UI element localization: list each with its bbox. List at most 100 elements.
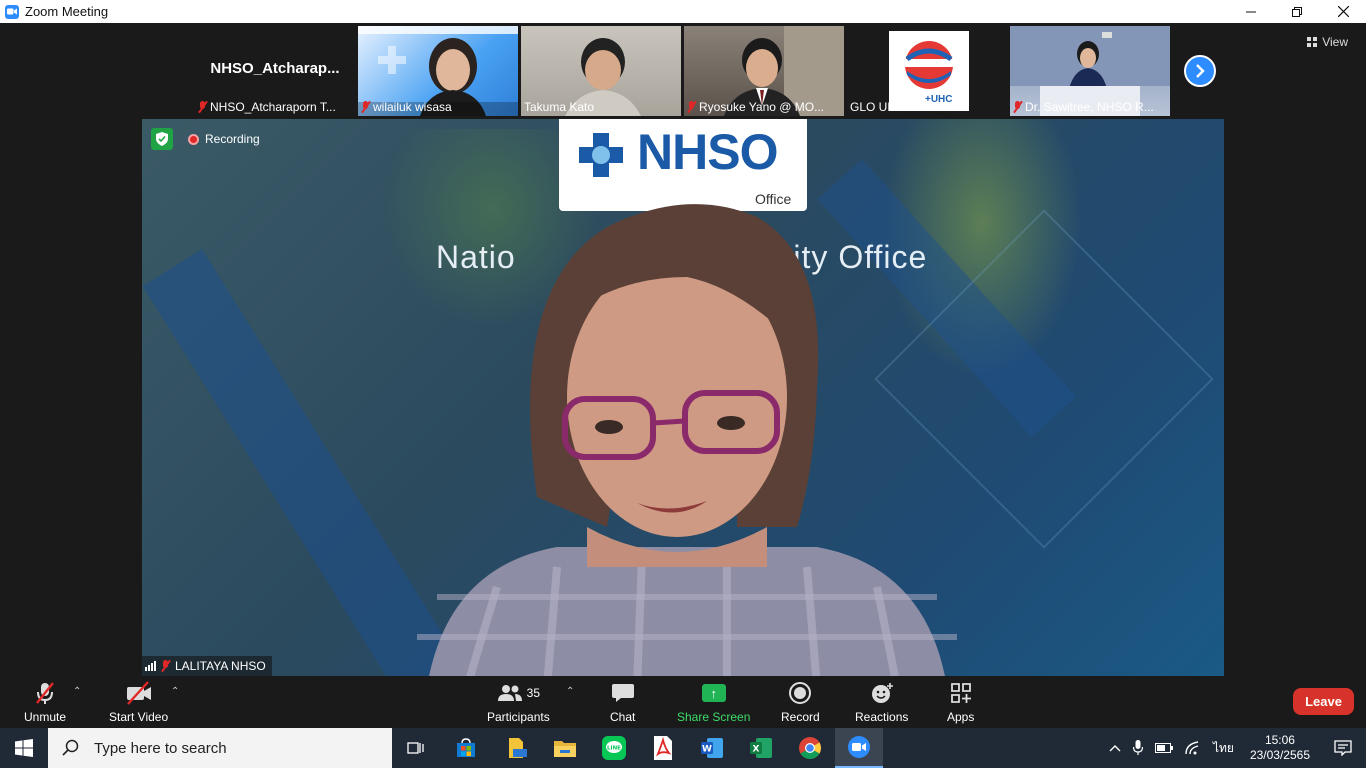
leave-button[interactable]: Leave [1293,688,1354,715]
record-label: Record [781,710,820,724]
uhc-logo-text: +UHC [925,94,953,105]
taskbar-app-acrobat[interactable] [639,728,687,768]
pdf-icon [654,736,672,760]
taskbar-app-explorer[interactable] [541,728,589,768]
speaker-name: LALITAYA NHSO [175,659,266,673]
participants-caret-icon[interactable]: ⌃ [566,686,574,697]
chevron-right-icon [1196,64,1205,78]
share-screen-button[interactable]: ↑ Share Screen [677,680,750,724]
taskbar-app-excel[interactable]: X [737,728,785,768]
next-page-button[interactable] [1184,55,1216,87]
microphone-icon[interactable] [1127,740,1149,756]
zoom-icon [848,736,870,758]
line-app-icon: LINE [602,736,626,760]
mic-muted-icon [36,682,54,704]
taskbar-search-box[interactable]: Type here to search [48,728,392,768]
reactions-icon [871,683,893,703]
apps-button[interactable]: Apps [947,680,974,724]
title-bar: Zoom Meeting [0,0,1366,23]
recording-indicator[interactable]: Recording [188,132,260,146]
svg-text:LINE: LINE [607,746,621,752]
window-title: Zoom Meeting [25,4,109,19]
apps-icon [950,683,971,703]
chat-button[interactable]: Chat [610,680,635,724]
participant-tile[interactable]: Takuma Kato [521,26,681,116]
meeting-area: View NHSO_Atcharap... NHSO_Atcharaporn T… [0,23,1366,676]
share-screen-label: Share Screen [677,710,751,724]
chrome-icon [799,737,821,759]
participant-logo: +UHC [889,31,969,111]
search-placeholder: Type here to search [94,739,227,757]
folder-icon [554,741,576,757]
muted-mic-icon [687,101,696,113]
windows-logo-icon [15,739,33,757]
unmute-button[interactable]: Unmute [24,680,66,724]
search-icon [62,739,79,756]
record-button[interactable]: Record [781,680,820,724]
signal-strength-icon [145,661,156,671]
participant-name: NHSO_Atcharaporn T... [210,100,336,114]
wifi-icon[interactable] [1179,741,1207,755]
system-tray: ไทย 15:06 23/03/2565 [1103,728,1366,768]
muted-mic-icon [161,660,170,672]
minimize-button[interactable] [1228,0,1274,23]
audio-options-caret-icon[interactable]: ⌃ [73,686,81,697]
participants-label: Participants [487,710,550,724]
reactions-button[interactable]: Reactions [855,680,908,724]
excel-icon: X [750,738,772,758]
participant-tile[interactable]: NHSO_Atcharap... NHSO_Atcharaporn T... [195,26,355,116]
taskbar-app-zoom[interactable] [835,728,883,768]
microsoft-store-icon [457,738,475,757]
restore-button[interactable] [1274,0,1320,23]
taskbar-app-chrome[interactable] [786,728,834,768]
task-view-button[interactable] [392,728,440,768]
participants-button[interactable]: 35 Participants [487,680,550,724]
taskbar-app-line[interactable]: LINE [590,728,638,768]
participant-tile[interactable]: +UHC GLO UHC2 [847,26,1007,116]
svg-text:W: W [702,745,712,755]
battery-icon[interactable] [1149,743,1179,753]
apps-label: Apps [947,710,975,724]
word-icon: W [701,738,723,758]
grid-icon [1307,37,1318,47]
participants-icon [497,685,522,701]
encryption-shield-icon[interactable] [151,128,173,150]
participant-tile[interactable]: wilailuk wisasa [358,26,518,116]
windows-taskbar: Type here to search LINE W X ไทย 15:06 2… [0,728,1366,768]
start-button[interactable] [0,728,48,768]
participant-name: Dr. Sawitree, NHSO R... [1025,100,1154,114]
participant-name: Takuma Kato [524,100,595,114]
view-label: View [1322,35,1348,49]
zoom-app-icon [5,4,19,19]
participant-tile[interactable]: Ryosuke Yano @ MO... [684,26,844,116]
participant-strip: NHSO_Atcharap... NHSO_Atcharaporn T... w… [195,26,1170,116]
meeting-toolbar: Unmute ⌃ Start Video ⌃ 35 Participants ⌃ [0,676,1366,728]
unmute-label: Unmute [24,710,67,724]
video-options-caret-icon[interactable]: ⌃ [171,686,179,697]
clock-date: 23/03/2565 [1249,748,1310,762]
record-icon [789,682,812,704]
participant-count: 35 [526,686,541,700]
view-button[interactable]: View [1307,35,1348,49]
participant-name: GLO UHC2 [850,100,912,114]
participant-name: Ryosuke Yano @ MO... [699,100,825,114]
recording-dot-icon [188,133,199,145]
recording-label: Recording [205,132,260,146]
speaker-name-tag: LALITAYA NHSO [142,656,272,676]
language-indicator[interactable]: ไทย [1207,739,1240,758]
taskbar-clock[interactable]: 15:06 23/03/2565 [1240,733,1320,763]
show-hidden-icons-chevron-icon[interactable] [1103,744,1127,752]
video-off-icon [126,681,151,705]
taskbar-app-word[interactable]: W [688,728,736,768]
start-video-button[interactable]: Start Video [109,680,168,724]
svg-text:X: X [753,745,760,755]
speaker-figure [417,204,957,676]
notifications-icon[interactable] [1320,740,1366,756]
active-speaker-video[interactable]: NHSO Office Natio urity Office [142,119,1224,676]
close-button[interactable] [1320,0,1366,23]
participant-name: wilailuk wisasa [373,100,452,114]
taskbar-app-store[interactable] [442,728,490,768]
file-icon [509,738,527,758]
participant-tile[interactable]: Dr. Sawitree, NHSO R... [1010,26,1170,116]
taskbar-app-file[interactable] [492,728,540,768]
